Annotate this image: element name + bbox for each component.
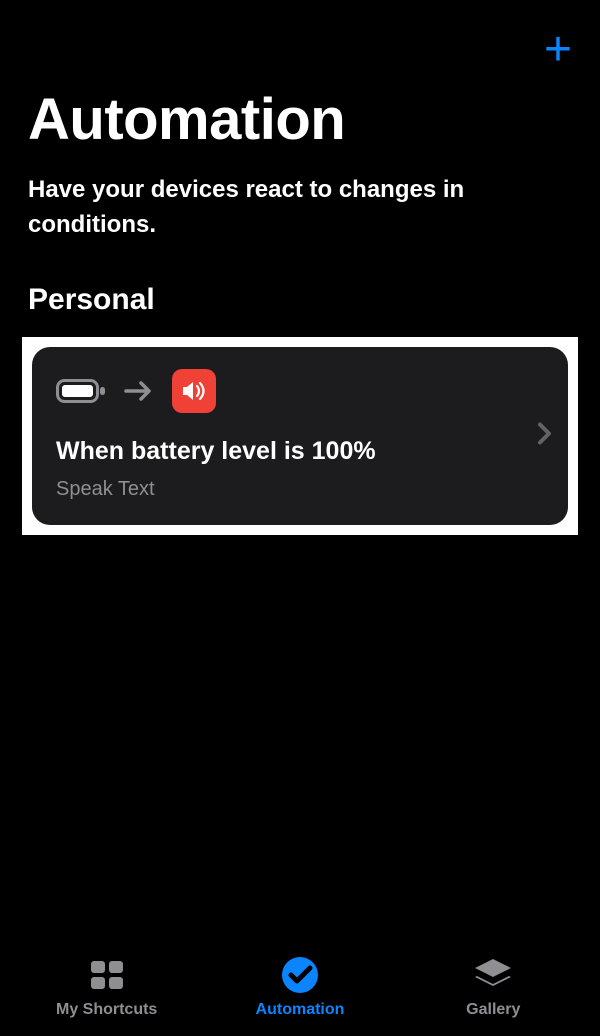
page-title: Automation — [28, 86, 572, 153]
automation-action: Speak Text — [56, 478, 546, 501]
tab-gallery[interactable]: Gallery — [418, 955, 568, 1019]
tab-bar: My Shortcuts Automation Gallery — [0, 936, 600, 1036]
gallery-stack-icon — [471, 955, 515, 995]
battery-icon — [56, 379, 106, 403]
tab-label: My Shortcuts — [56, 1001, 157, 1019]
arrow-right-icon — [124, 380, 154, 402]
tab-automation[interactable]: Automation — [225, 955, 375, 1019]
tab-label: Gallery — [466, 1001, 520, 1019]
chevron-right-icon — [538, 421, 552, 450]
shortcuts-grid-icon — [87, 955, 127, 995]
tab-label: Automation — [256, 1001, 345, 1019]
speaker-icon — [172, 369, 216, 413]
section-title-personal: Personal — [28, 283, 572, 317]
page-subtitle: Have your devices react to changes in co… — [28, 173, 572, 243]
automation-check-icon — [279, 955, 321, 995]
automation-item[interactable]: When battery level is 100% Speak Text — [32, 347, 568, 525]
automation-title: When battery level is 100% — [56, 437, 546, 466]
selection-highlight: When battery level is 100% Speak Text — [22, 337, 578, 535]
tab-my-shortcuts[interactable]: My Shortcuts — [32, 955, 182, 1019]
add-automation-button[interactable]: + — [544, 26, 572, 74]
